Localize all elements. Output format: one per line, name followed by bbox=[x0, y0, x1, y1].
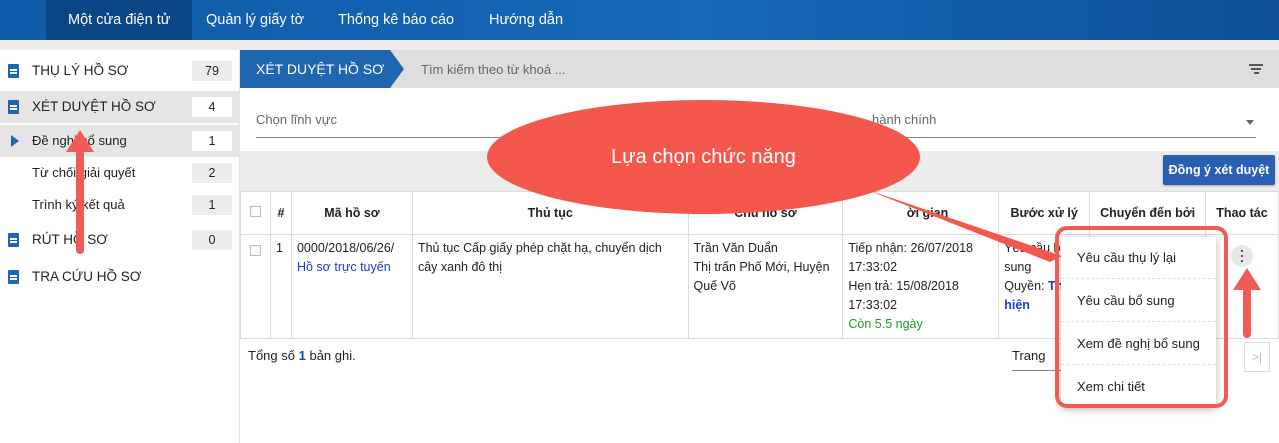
document-icon bbox=[8, 64, 19, 78]
sidebar-item-label: Đề nghị bổ sung bbox=[32, 133, 127, 148]
chevron-down-icon bbox=[1246, 120, 1254, 125]
sidebar-item-label: Trình ký kết quả bbox=[32, 197, 125, 212]
total-prefix: Tổng số bbox=[248, 348, 295, 363]
due-time: 17:33:02 bbox=[848, 298, 898, 312]
sidebar-item-label: TRA CỨU HỒ SƠ bbox=[32, 269, 142, 284]
row-checkbox[interactable] bbox=[249, 245, 261, 256]
due-date: Hẹn trả: 15/08/2018 bbox=[848, 279, 959, 293]
col-header: Mã hồ sơ bbox=[290, 191, 413, 235]
time-cell: Tiếp nhận: 26/07/2018 17:33:02 Hẹn trả: … bbox=[842, 234, 1000, 339]
search-bar: XÉT DUYỆT HỒ SƠ Tìm kiếm theo từ khoá ..… bbox=[240, 50, 1279, 88]
nav-quan-ly-giay-to[interactable]: Quản lý giấy tờ bbox=[184, 0, 326, 40]
search-input[interactable]: Tìm kiếm theo từ khoá ... bbox=[421, 62, 566, 77]
menu-highlight-frame bbox=[1055, 226, 1228, 408]
record-code: 0000/2018/06/26/ bbox=[296, 241, 395, 255]
header-divider bbox=[0, 40, 1279, 50]
procedure-cell: Thủ tục Cấp giấy phép chặt hạ, chuyển dị… bbox=[411, 234, 689, 339]
owner-name: Trần Văn Duẩn bbox=[693, 241, 778, 255]
field-select-placeholder: Chọn lĩnh vực bbox=[256, 112, 337, 127]
select-all-cell bbox=[240, 191, 271, 235]
sidebar: THỤ LÝ HỒ SƠ 79 XÉT DUYỆT HỒ SƠ 4 Đề ngh… bbox=[0, 50, 240, 443]
total-records: Tổng số 1 bản ghi. bbox=[248, 348, 356, 363]
tab-xet-duyet[interactable]: XÉT DUYỆT HỒ SƠ bbox=[240, 50, 404, 88]
nav-huong-dan[interactable]: Hướng dẫn bbox=[467, 0, 585, 40]
count-badge: 1 bbox=[192, 131, 232, 151]
document-icon bbox=[8, 270, 19, 284]
sidebar-item-de-nghi-bo-sung[interactable]: Đề nghị bổ sung 1 bbox=[0, 125, 240, 157]
sidebar-item-label: THỤ LÝ HỒ SƠ bbox=[32, 63, 129, 78]
sidebar-item-tu-choi[interactable]: Từ chối giải quyết 2 bbox=[0, 157, 240, 189]
permission-label: Quyền: bbox=[1004, 279, 1045, 293]
nav-thong-ke[interactable]: Thống kê báo cáo bbox=[316, 0, 476, 40]
caret-right-icon bbox=[11, 135, 19, 147]
sidebar-item-rut-ho-so[interactable]: RÚT HỒ SƠ 0 bbox=[0, 224, 240, 256]
record-code-cell: 0000/2018/06/26/ Hồ sơ trực tuyến bbox=[290, 234, 413, 339]
count-badge: 1 bbox=[192, 195, 232, 215]
count-badge: 2 bbox=[192, 163, 232, 183]
owner-address: Thị trấn Phố Mới, Huyện Quế Võ bbox=[693, 260, 830, 293]
last-page-icon[interactable]: >| bbox=[1244, 342, 1270, 372]
page-label: Trang bbox=[1012, 348, 1046, 363]
owner-cell: Trần Văn Duẩn Thị trấn Phố Mới, Huyện Qu… bbox=[687, 234, 844, 339]
sidebar-item-thu-ly[interactable]: THỤ LÝ HỒ SƠ 79 bbox=[0, 55, 240, 87]
sidebar-item-trinh-ky[interactable]: Trình ký kết quả 1 bbox=[0, 189, 240, 221]
field-select[interactable]: Chọn lĩnh vực bbox=[256, 112, 516, 138]
sidebar-item-label: Từ chối giải quyết bbox=[32, 165, 136, 180]
count-badge: 79 bbox=[192, 61, 232, 81]
document-icon bbox=[8, 100, 19, 114]
received-date: Tiếp nhận: 26/07/2018 bbox=[848, 241, 973, 255]
remaining-days: Còn 5.5 ngày bbox=[848, 317, 923, 331]
received-time: 17:33:02 bbox=[848, 260, 898, 274]
record-type-link[interactable]: Hồ sơ trực tuyến bbox=[297, 258, 407, 277]
total-count: 1 bbox=[298, 348, 306, 363]
top-navbar: Một cửa điện tử Quản lý giấy tờ Thống kê… bbox=[0, 0, 1279, 40]
approve-button[interactable]: Đồng ý xét duyệt bbox=[1163, 155, 1275, 185]
callout-text: Lựa chọn chức năng bbox=[611, 146, 796, 168]
total-suffix: bản ghi. bbox=[309, 348, 356, 363]
count-badge: 0 bbox=[192, 230, 232, 250]
select-all-checkbox[interactable] bbox=[249, 206, 261, 217]
sidebar-item-label: XÉT DUYỆT HỒ SƠ bbox=[32, 99, 156, 114]
document-icon bbox=[8, 233, 19, 247]
sidebar-item-xet-duyet[interactable]: XÉT DUYỆT HỒ SƠ 4 bbox=[0, 91, 240, 123]
col-header: # bbox=[269, 191, 292, 235]
row-checkbox-cell bbox=[240, 234, 271, 339]
nav-mot-cua[interactable]: Một cửa điện tử bbox=[46, 0, 193, 40]
count-badge: 4 bbox=[192, 97, 232, 117]
sidebar-item-tra-cuu[interactable]: TRA CỨU HỒ SƠ bbox=[0, 261, 240, 293]
more-actions-icon[interactable] bbox=[1231, 245, 1253, 267]
sidebar-item-label: RÚT HỒ SƠ bbox=[32, 232, 108, 247]
filter-icon[interactable] bbox=[1249, 64, 1263, 74]
row-number: 1 bbox=[269, 234, 292, 339]
